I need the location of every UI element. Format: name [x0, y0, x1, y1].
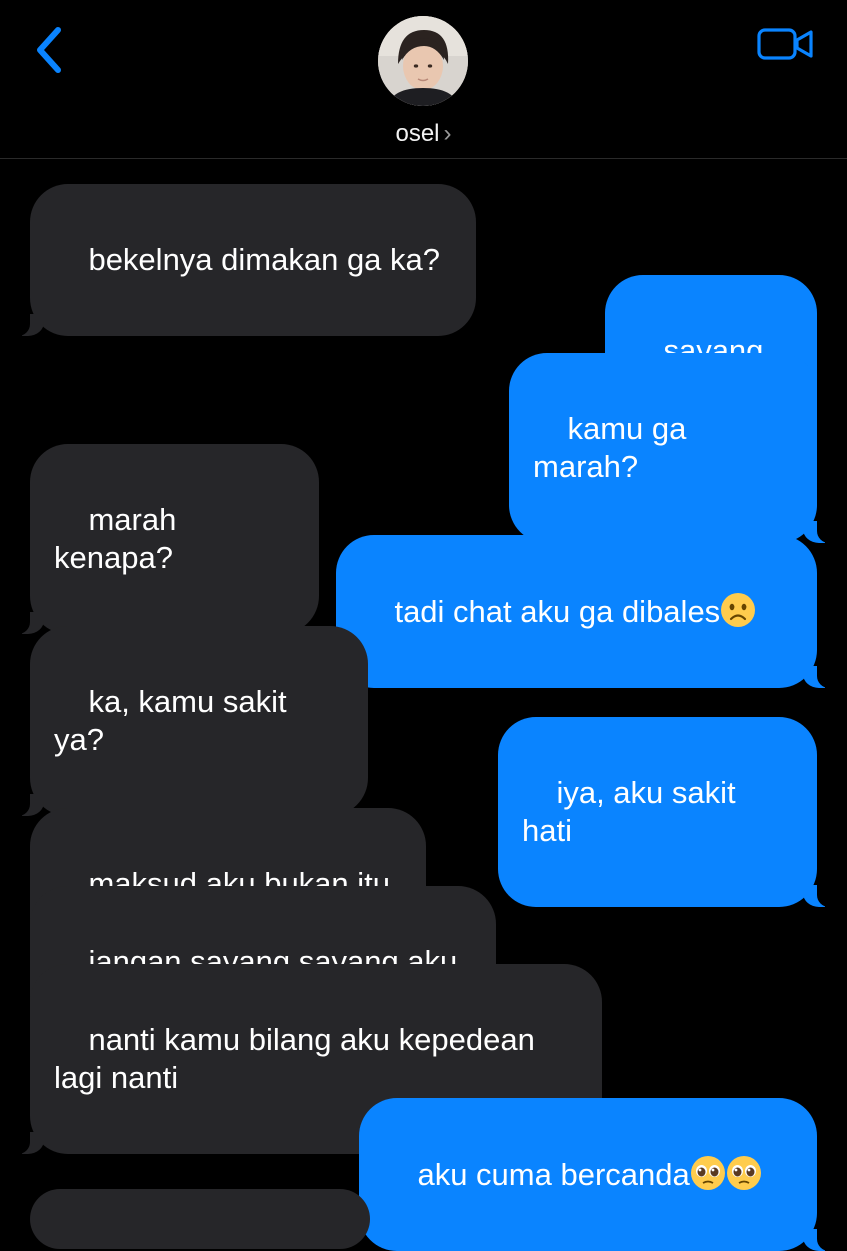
pleading-face-emoji [726, 1156, 761, 1190]
contact-name: osel [395, 120, 440, 147]
video-call-button[interactable] [757, 26, 815, 62]
outgoing-message[interactable]: aku cuma bercanda [359, 1098, 829, 1251]
incoming-message-partial[interactable] [30, 1189, 370, 1249]
conversation-header: osel › [0, 0, 847, 159]
video-camera-icon [757, 28, 813, 60]
message-text: aku cuma bercanda [417, 1157, 690, 1192]
incoming-message[interactable]: ka, kamu sakit ya? [18, 626, 368, 816]
contact-photo [378, 16, 468, 106]
outgoing-message[interactable]: iya, aku sakit hati [498, 717, 829, 907]
outgoing-message[interactable]: kamu ga marah? [509, 353, 829, 543]
pleading-face-emoji [690, 1156, 725, 1190]
chevron-left-icon [37, 27, 61, 73]
incoming-message[interactable]: marah kenapa? [18, 444, 319, 634]
back-button[interactable] [30, 26, 70, 76]
message-text: iya, aku sakit hati [522, 775, 745, 848]
chevron-right-icon: › [443, 120, 452, 147]
message-text: ka, kamu sakit ya? [54, 684, 296, 757]
message-text: bekelnya dimakan ga ka? [88, 242, 441, 277]
avatar[interactable] [378, 16, 468, 106]
message-text: marah kenapa? [54, 502, 185, 575]
message-text: kamu ga marah? [533, 411, 695, 484]
incoming-message[interactable]: bekelnya dimakan ga ka? [18, 184, 476, 336]
outgoing-message[interactable]: tadi chat aku ga dibales [336, 535, 829, 688]
message-text: nanti kamu bilang aku kepedean lagi nant… [54, 1022, 535, 1095]
contact-name-button[interactable]: osel › [0, 120, 847, 148]
message-thread[interactable]: bekelnya dimakan ga ka? sayang kamu ga m… [0, 159, 847, 1251]
message-text: tadi chat aku ga dibales [394, 594, 721, 629]
frowning-face-emoji [721, 593, 756, 627]
